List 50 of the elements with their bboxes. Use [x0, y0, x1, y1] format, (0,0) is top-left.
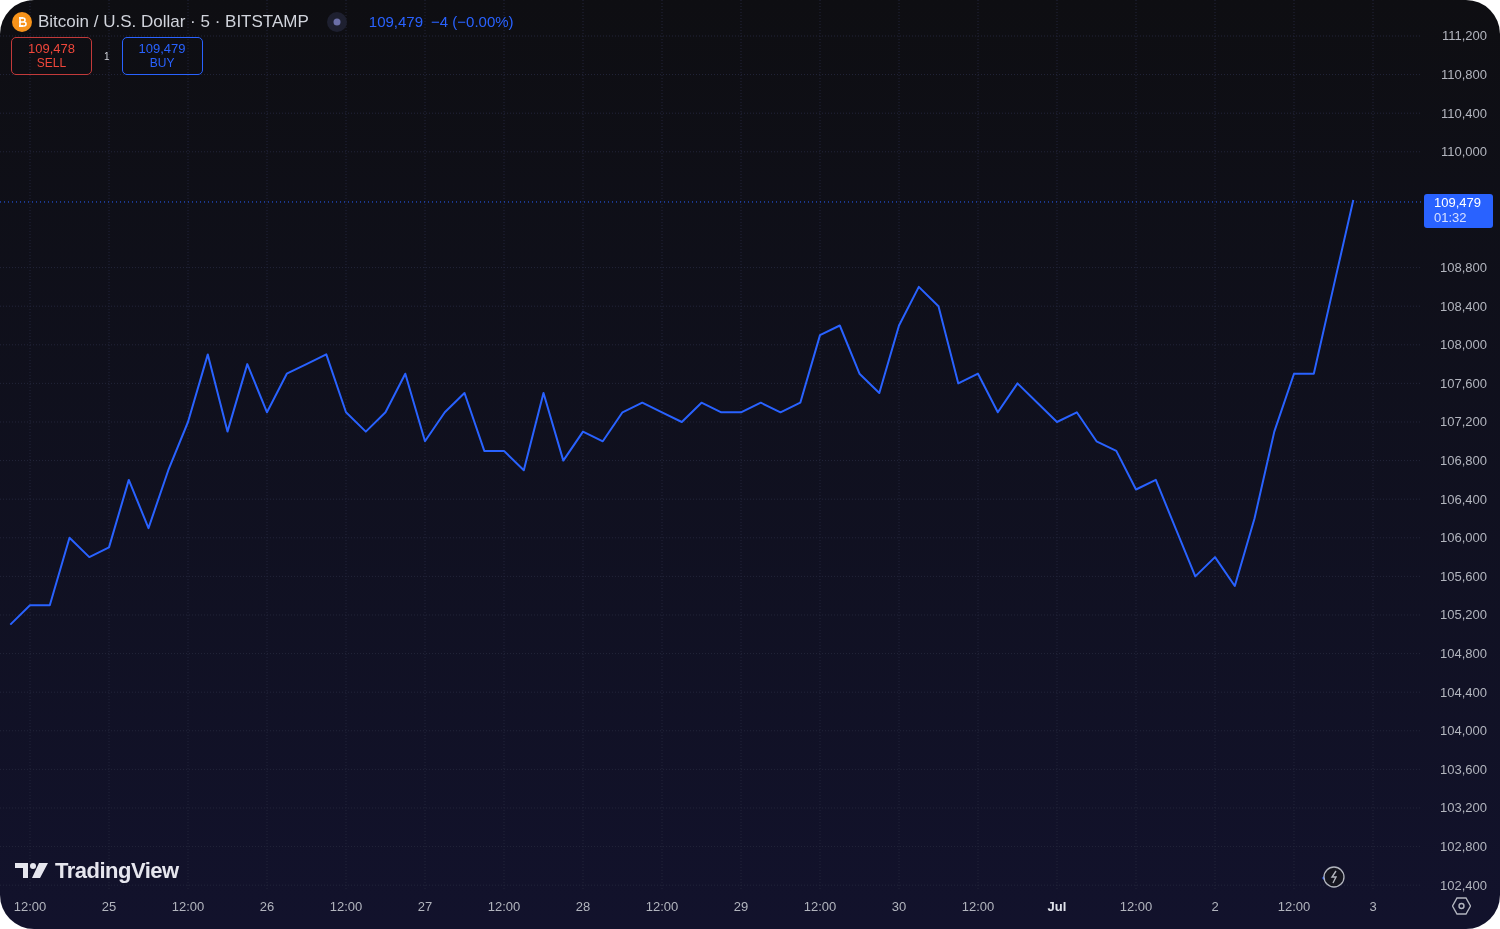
price-change: −4 (−0.00%)	[431, 11, 514, 32]
price-axis-label: 110,000	[1440, 144, 1487, 160]
current-price-label: 109,479 01:32	[1424, 194, 1493, 228]
sell-button[interactable]: 109,478 SELL	[11, 37, 92, 75]
time-axis-label: 27	[417, 899, 433, 914]
logo-icon	[15, 862, 49, 879]
last-price: 109,479	[368, 11, 424, 32]
price-axis-label: 108,800	[1440, 260, 1487, 276]
price-axis-label: 103,200	[1440, 800, 1487, 816]
time-axis-label: 25	[101, 899, 117, 914]
bitcoin-icon	[12, 11, 32, 32]
time-axis-label: 2	[1211, 899, 1219, 914]
settings-icon[interactable]	[1452, 897, 1471, 915]
time-axis-label: 12:00	[803, 899, 837, 914]
price-axis-label: 110,400	[1440, 105, 1487, 121]
time-axis-label: 28	[575, 899, 591, 914]
price-axis-label: 106,000	[1440, 530, 1487, 546]
time-axis-label: 12:00	[171, 899, 205, 914]
spread-value: 1	[103, 49, 111, 64]
buy-button[interactable]: 109,479 BUY	[121, 37, 203, 75]
price-axis-label: 111,200	[1441, 28, 1487, 44]
price-axis-label: 104,000	[1440, 723, 1487, 739]
time-axis-label: 12:00	[961, 899, 995, 914]
price-axis-label: 108,400	[1440, 298, 1487, 314]
time-axis-label: 26	[259, 899, 275, 914]
price-axis-label: 105,200	[1440, 607, 1487, 623]
time-axis-label: 12:00	[13, 899, 47, 914]
price-axis-label: 106,800	[1440, 453, 1487, 469]
price-axis-label: 108,000	[1440, 337, 1487, 353]
time-axis-label: Jul	[1047, 899, 1067, 914]
price-axis-label: 102,800	[1440, 839, 1487, 855]
price-axis-label: 102,400	[1440, 877, 1487, 893]
price-axis-label: 107,200	[1440, 414, 1487, 430]
price-axis-label: 105,600	[1440, 568, 1487, 584]
price-axis-label: 104,400	[1440, 684, 1487, 700]
symbol-title: Bitcoin / U.S. Dollar · 5 · BITSTAMP	[38, 11, 309, 33]
time-axis-label: 12:00	[645, 899, 679, 914]
time-axis-label: 12:00	[1277, 899, 1311, 914]
price-axis-label: 107,600	[1440, 375, 1487, 391]
time-axis-label: 12:00	[1119, 899, 1153, 914]
price-axis-label: 110,800	[1440, 67, 1487, 83]
time-axis-label: 29	[733, 899, 749, 914]
price-axis-label: 103,600	[1440, 761, 1487, 777]
time-axis-label: 30	[891, 899, 907, 914]
price-axis-label: 104,800	[1440, 646, 1487, 662]
time-axis-label: 12:00	[487, 899, 521, 914]
time-axis-label: 3	[1369, 899, 1377, 914]
logo-text: TradingView	[55, 857, 179, 885]
price-axis-label: 106,400	[1440, 491, 1487, 507]
time-axis-label: 12:00	[329, 899, 363, 914]
